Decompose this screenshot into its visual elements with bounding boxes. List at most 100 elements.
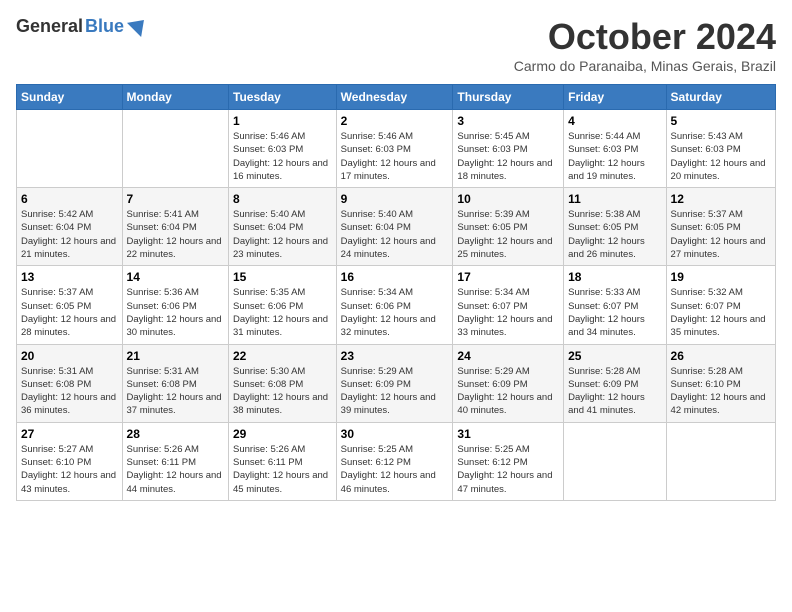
calendar-cell: [17, 110, 123, 188]
calendar-cell: 2 Sunrise: 5:46 AMSunset: 6:03 PMDayligh…: [336, 110, 453, 188]
month-title: October 2024: [514, 16, 776, 58]
calendar-cell: 11 Sunrise: 5:38 AMSunset: 6:05 PMDaylig…: [564, 188, 666, 266]
day-detail: Sunrise: 5:34 AMSunset: 6:06 PMDaylight:…: [341, 286, 449, 339]
logo: General Blue: [16, 16, 149, 37]
day-detail: Sunrise: 5:25 AMSunset: 6:12 PMDaylight:…: [457, 443, 559, 496]
calendar-week-row: 13 Sunrise: 5:37 AMSunset: 6:05 PMDaylig…: [17, 266, 776, 344]
calendar-cell: 22 Sunrise: 5:30 AMSunset: 6:08 PMDaylig…: [229, 344, 337, 422]
day-detail: Sunrise: 5:36 AMSunset: 6:06 PMDaylight:…: [127, 286, 224, 339]
day-number: 24: [457, 349, 559, 363]
calendar-cell: 30 Sunrise: 5:25 AMSunset: 6:12 PMDaylig…: [336, 422, 453, 500]
calendar-header-sunday: Sunday: [17, 85, 123, 110]
calendar-cell: 21 Sunrise: 5:31 AMSunset: 6:08 PMDaylig…: [122, 344, 228, 422]
calendar-week-row: 20 Sunrise: 5:31 AMSunset: 6:08 PMDaylig…: [17, 344, 776, 422]
page-header: General Blue October 2024 Carmo do Paran…: [16, 16, 776, 74]
calendar-cell: [122, 110, 228, 188]
day-detail: Sunrise: 5:38 AMSunset: 6:05 PMDaylight:…: [568, 208, 661, 261]
calendar-cell: [564, 422, 666, 500]
calendar-cell: 6 Sunrise: 5:42 AMSunset: 6:04 PMDayligh…: [17, 188, 123, 266]
day-number: 9: [341, 192, 449, 206]
day-number: 29: [233, 427, 332, 441]
calendar-cell: 31 Sunrise: 5:25 AMSunset: 6:12 PMDaylig…: [453, 422, 564, 500]
day-detail: Sunrise: 5:44 AMSunset: 6:03 PMDaylight:…: [568, 130, 661, 183]
calendar-cell: 10 Sunrise: 5:39 AMSunset: 6:05 PMDaylig…: [453, 188, 564, 266]
calendar-header-wednesday: Wednesday: [336, 85, 453, 110]
day-detail: Sunrise: 5:41 AMSunset: 6:04 PMDaylight:…: [127, 208, 224, 261]
day-number: 4: [568, 114, 661, 128]
calendar-cell: 9 Sunrise: 5:40 AMSunset: 6:04 PMDayligh…: [336, 188, 453, 266]
calendar-cell: 25 Sunrise: 5:28 AMSunset: 6:09 PMDaylig…: [564, 344, 666, 422]
day-detail: Sunrise: 5:34 AMSunset: 6:07 PMDaylight:…: [457, 286, 559, 339]
calendar-cell: 1 Sunrise: 5:46 AMSunset: 6:03 PMDayligh…: [229, 110, 337, 188]
day-number: 21: [127, 349, 224, 363]
day-detail: Sunrise: 5:39 AMSunset: 6:05 PMDaylight:…: [457, 208, 559, 261]
day-number: 30: [341, 427, 449, 441]
calendar-cell: 3 Sunrise: 5:45 AMSunset: 6:03 PMDayligh…: [453, 110, 564, 188]
day-detail: Sunrise: 5:45 AMSunset: 6:03 PMDaylight:…: [457, 130, 559, 183]
day-detail: Sunrise: 5:37 AMSunset: 6:05 PMDaylight:…: [21, 286, 118, 339]
logo-general-text: General: [16, 16, 83, 37]
calendar-cell: 24 Sunrise: 5:29 AMSunset: 6:09 PMDaylig…: [453, 344, 564, 422]
day-detail: Sunrise: 5:26 AMSunset: 6:11 PMDaylight:…: [233, 443, 332, 496]
day-detail: Sunrise: 5:28 AMSunset: 6:10 PMDaylight:…: [671, 365, 771, 418]
day-detail: Sunrise: 5:46 AMSunset: 6:03 PMDaylight:…: [233, 130, 332, 183]
calendar-cell: 5 Sunrise: 5:43 AMSunset: 6:03 PMDayligh…: [666, 110, 775, 188]
day-number: 12: [671, 192, 771, 206]
title-block: October 2024 Carmo do Paranaiba, Minas G…: [514, 16, 776, 74]
day-number: 5: [671, 114, 771, 128]
day-detail: Sunrise: 5:46 AMSunset: 6:03 PMDaylight:…: [341, 130, 449, 183]
calendar-cell: 12 Sunrise: 5:37 AMSunset: 6:05 PMDaylig…: [666, 188, 775, 266]
calendar-cell: 18 Sunrise: 5:33 AMSunset: 6:07 PMDaylig…: [564, 266, 666, 344]
day-detail: Sunrise: 5:29 AMSunset: 6:09 PMDaylight:…: [457, 365, 559, 418]
day-detail: Sunrise: 5:43 AMSunset: 6:03 PMDaylight:…: [671, 130, 771, 183]
day-number: 1: [233, 114, 332, 128]
day-detail: Sunrise: 5:31 AMSunset: 6:08 PMDaylight:…: [127, 365, 224, 418]
calendar-table: SundayMondayTuesdayWednesdayThursdayFrid…: [16, 84, 776, 501]
day-number: 17: [457, 270, 559, 284]
calendar-week-row: 6 Sunrise: 5:42 AMSunset: 6:04 PMDayligh…: [17, 188, 776, 266]
day-number: 27: [21, 427, 118, 441]
calendar-header-row: SundayMondayTuesdayWednesdayThursdayFrid…: [17, 85, 776, 110]
day-number: 6: [21, 192, 118, 206]
day-detail: Sunrise: 5:42 AMSunset: 6:04 PMDaylight:…: [21, 208, 118, 261]
logo-blue-text: Blue: [85, 16, 124, 37]
day-detail: Sunrise: 5:25 AMSunset: 6:12 PMDaylight:…: [341, 443, 449, 496]
day-number: 10: [457, 192, 559, 206]
calendar-header-monday: Monday: [122, 85, 228, 110]
day-number: 15: [233, 270, 332, 284]
day-detail: Sunrise: 5:33 AMSunset: 6:07 PMDaylight:…: [568, 286, 661, 339]
day-number: 31: [457, 427, 559, 441]
day-number: 25: [568, 349, 661, 363]
day-number: 18: [568, 270, 661, 284]
calendar-cell: 23 Sunrise: 5:29 AMSunset: 6:09 PMDaylig…: [336, 344, 453, 422]
calendar-cell: 29 Sunrise: 5:26 AMSunset: 6:11 PMDaylig…: [229, 422, 337, 500]
day-detail: Sunrise: 5:26 AMSunset: 6:11 PMDaylight:…: [127, 443, 224, 496]
location-text: Carmo do Paranaiba, Minas Gerais, Brazil: [514, 58, 776, 74]
day-number: 23: [341, 349, 449, 363]
day-number: 13: [21, 270, 118, 284]
day-detail: Sunrise: 5:40 AMSunset: 6:04 PMDaylight:…: [341, 208, 449, 261]
calendar-week-row: 1 Sunrise: 5:46 AMSunset: 6:03 PMDayligh…: [17, 110, 776, 188]
calendar-cell: 27 Sunrise: 5:27 AMSunset: 6:10 PMDaylig…: [17, 422, 123, 500]
calendar-week-row: 27 Sunrise: 5:27 AMSunset: 6:10 PMDaylig…: [17, 422, 776, 500]
day-detail: Sunrise: 5:37 AMSunset: 6:05 PMDaylight:…: [671, 208, 771, 261]
day-number: 8: [233, 192, 332, 206]
day-number: 16: [341, 270, 449, 284]
calendar-header-saturday: Saturday: [666, 85, 775, 110]
day-detail: Sunrise: 5:27 AMSunset: 6:10 PMDaylight:…: [21, 443, 118, 496]
calendar-cell: 19 Sunrise: 5:32 AMSunset: 6:07 PMDaylig…: [666, 266, 775, 344]
calendar-cell: 28 Sunrise: 5:26 AMSunset: 6:11 PMDaylig…: [122, 422, 228, 500]
day-detail: Sunrise: 5:28 AMSunset: 6:09 PMDaylight:…: [568, 365, 661, 418]
day-detail: Sunrise: 5:32 AMSunset: 6:07 PMDaylight:…: [671, 286, 771, 339]
day-detail: Sunrise: 5:40 AMSunset: 6:04 PMDaylight:…: [233, 208, 332, 261]
calendar-cell: 16 Sunrise: 5:34 AMSunset: 6:06 PMDaylig…: [336, 266, 453, 344]
day-number: 28: [127, 427, 224, 441]
day-number: 3: [457, 114, 559, 128]
calendar-header-thursday: Thursday: [453, 85, 564, 110]
calendar-cell: 14 Sunrise: 5:36 AMSunset: 6:06 PMDaylig…: [122, 266, 228, 344]
calendar-cell: 26 Sunrise: 5:28 AMSunset: 6:10 PMDaylig…: [666, 344, 775, 422]
day-number: 22: [233, 349, 332, 363]
calendar-cell: 4 Sunrise: 5:44 AMSunset: 6:03 PMDayligh…: [564, 110, 666, 188]
calendar-header-tuesday: Tuesday: [229, 85, 337, 110]
calendar-cell: 15 Sunrise: 5:35 AMSunset: 6:06 PMDaylig…: [229, 266, 337, 344]
